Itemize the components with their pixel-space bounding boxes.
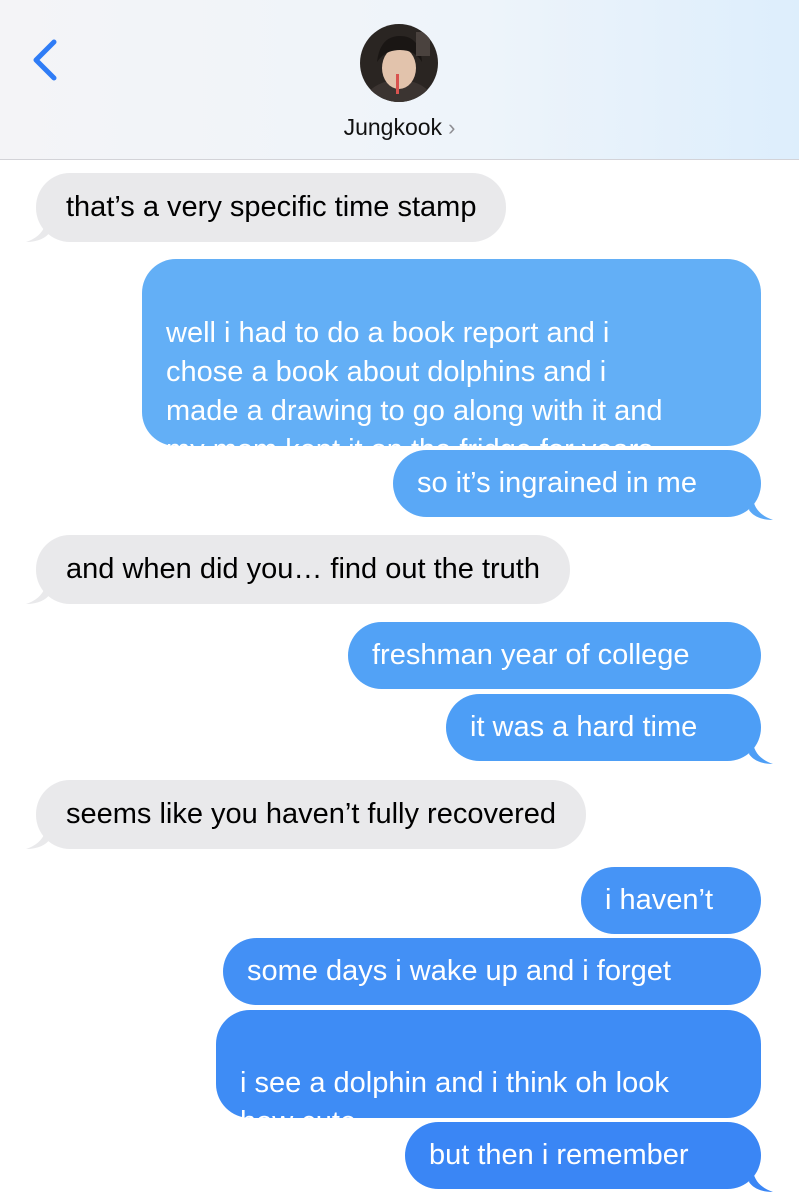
bubble-tail [749,496,773,520]
message-text: so it’s ingrained in me [417,467,697,499]
bubble-tail [749,1168,773,1192]
message-text: it was a hard time [470,711,698,743]
bubble-tail [749,740,773,764]
message-text: some days i wake up and i forget [247,955,671,987]
chevron-right-icon: › [448,115,456,140]
incoming-message[interactable]: and when did you… find out the truth [36,535,570,604]
message-text: but then i remember [429,1139,689,1171]
outgoing-message[interactable]: i see a dolphin and i think oh look how … [216,1010,761,1138]
bubble-tail [26,580,50,604]
message-text: well i had to do a book report and i cho… [166,317,663,466]
message-text: seems like you haven’t fully recovered [66,798,557,830]
outgoing-message[interactable]: well i had to do a book report and i cho… [142,259,761,466]
contact-avatar[interactable] [360,24,438,102]
contact-name-button[interactable]: Jungkook › [0,114,799,141]
outgoing-message[interactable]: so it’s ingrained in me [393,450,761,517]
incoming-message[interactable]: seems like you haven’t fully recovered [36,780,587,849]
contact-name: Jungkook [343,114,443,140]
message-text: i haven’t [605,884,714,916]
outgoing-message[interactable]: i haven’t [581,867,761,934]
outgoing-message[interactable]: freshman year of college [348,622,761,689]
outgoing-message[interactable]: it was a hard time [446,694,761,761]
bubble-tail [26,218,50,242]
message-text: and when did you… find out the truth [66,553,540,585]
bubble-tail [26,825,50,849]
outgoing-message[interactable]: but then i remember [405,1122,761,1189]
incoming-message[interactable]: that’s a very specific time stamp [36,173,507,242]
message-text: that’s a very specific time stamp [66,191,477,223]
outgoing-message[interactable]: some days i wake up and i forget [223,938,761,1005]
conversation-header: Jungkook › [0,0,799,160]
chevron-left-icon[interactable] [26,36,66,84]
message-text: freshman year of college [372,639,690,671]
